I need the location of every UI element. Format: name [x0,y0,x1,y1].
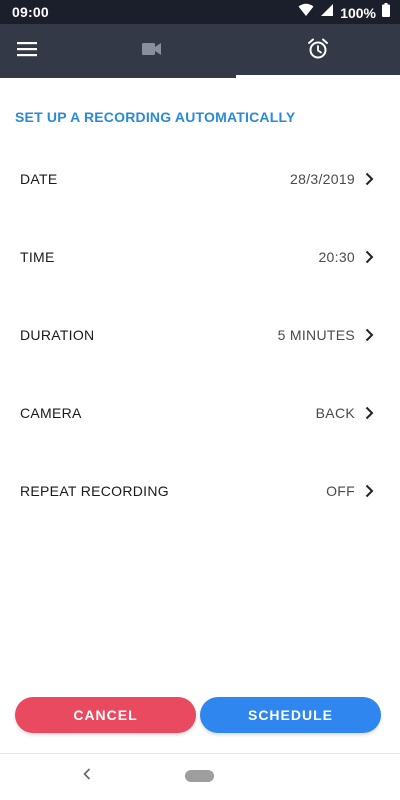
setting-label: CAMERA [20,405,82,421]
menu-button[interactable] [14,38,40,64]
setting-label: DURATION [20,327,95,343]
schedule-button[interactable]: SCHEDULE [200,697,381,733]
active-tab-indicator [236,75,400,78]
setting-row-camera[interactable]: CAMERA BACK [0,383,400,443]
home-pill-button[interactable] [185,770,214,782]
chevron-right-icon [363,249,375,265]
setting-value: BACK [315,405,355,421]
cancel-button[interactable]: CANCEL [15,697,196,733]
chevron-right-icon [363,327,375,343]
status-bar: 09:00 100% [0,0,400,24]
back-button[interactable] [78,766,96,786]
back-arrow-icon [83,767,91,785]
setting-row-date[interactable]: DATE 28/3/2019 [0,149,400,209]
battery-icon [382,3,390,22]
status-time: 09:00 [12,4,49,20]
setting-row-time[interactable]: TIME 20:30 [0,227,400,287]
setting-label: REPEAT RECORDING [20,483,169,499]
video-camera-icon [142,42,162,61]
signal-icon [320,3,334,22]
setting-label: DATE [20,171,58,187]
tab-video[interactable] [118,24,186,78]
menu-icon [17,41,37,62]
wifi-icon [298,3,314,22]
setting-row-repeat-recording[interactable]: REPEAT RECORDING OFF [0,461,400,521]
setting-value: 28/3/2019 [290,171,355,187]
battery-percent: 100% [340,4,376,21]
setting-value: 20:30 [318,249,355,265]
app-bar [0,24,400,78]
setting-value: OFF [326,483,355,499]
tab-schedule[interactable] [236,24,400,78]
alarm-clock-icon [307,38,329,65]
chevron-right-icon [363,483,375,499]
chevron-right-icon [363,171,375,187]
system-nav-bar [0,754,400,800]
setting-row-duration[interactable]: DURATION 5 MINUTES [0,305,400,365]
chevron-right-icon [363,405,375,421]
section-title: SET UP A RECORDING AUTOMATICALLY [15,109,296,125]
status-icons: 100% [298,3,390,22]
setting-value: 5 MINUTES [277,327,355,343]
setting-label: TIME [20,249,55,265]
